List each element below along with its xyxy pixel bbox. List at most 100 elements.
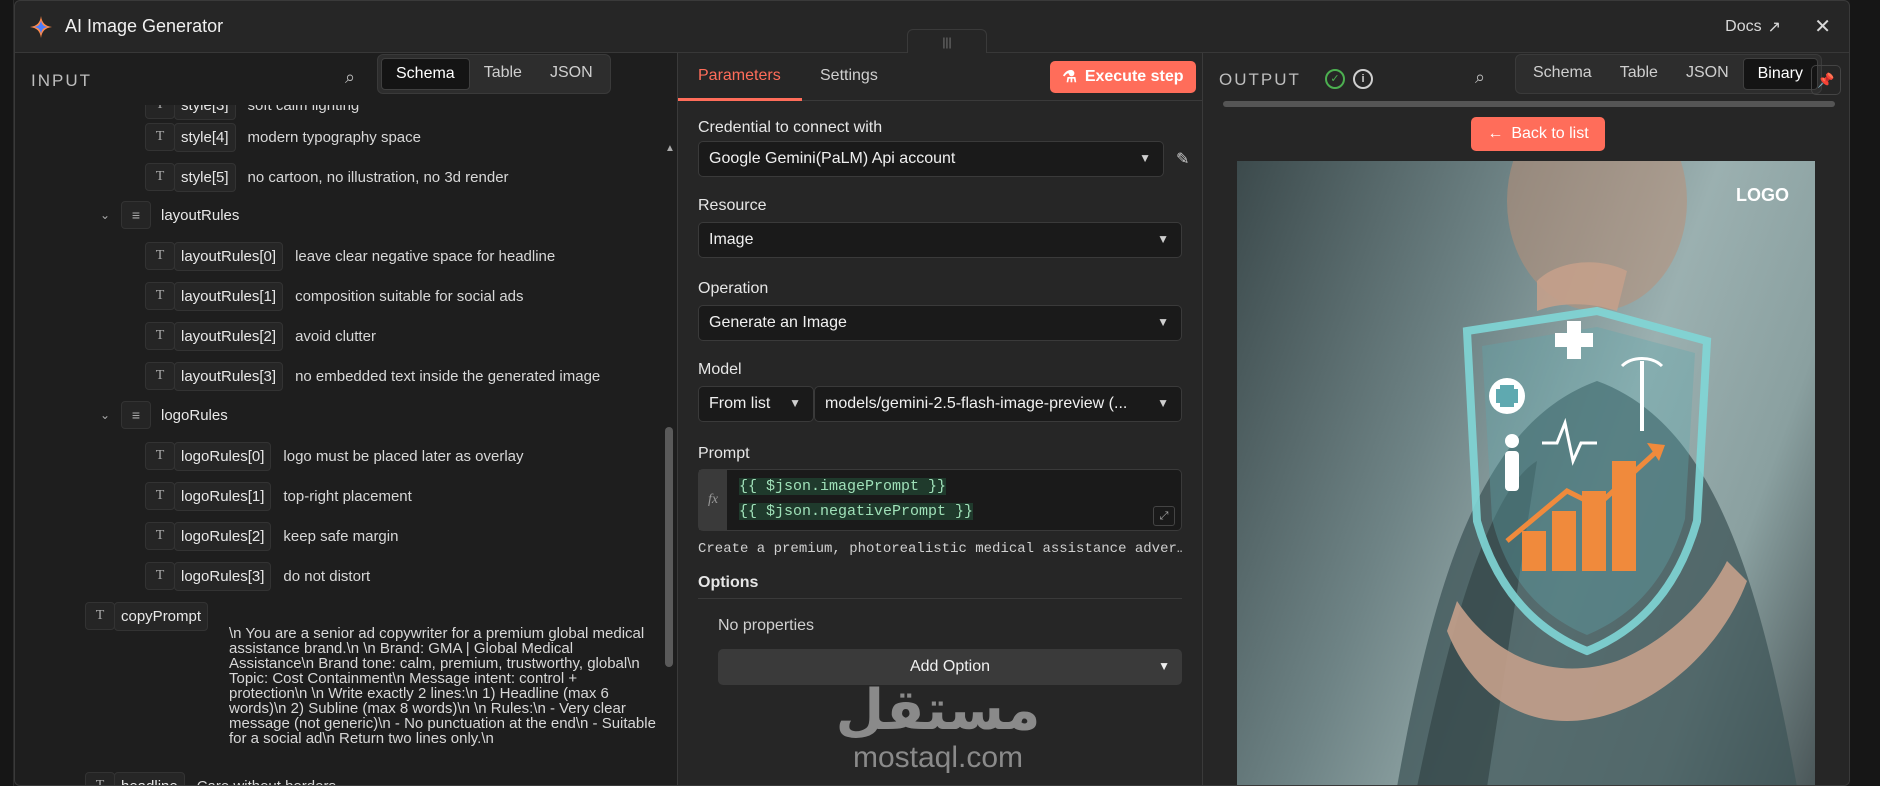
scrollbar-thumb[interactable] [665,427,673,667]
copyprompt-value: \n You are a senior ad copywriter for a … [229,625,656,747]
tree-row-copyprompt: T copyPrompt [85,600,209,632]
field-value: avoid clutter [295,327,376,345]
text-type-icon: T [145,442,175,470]
field-key[interactable]: copyPrompt [114,601,209,631]
chevron-down-icon[interactable]: ⌄ [95,208,115,222]
search-icon[interactable]: ⌕ [1475,67,1485,88]
credential-select[interactable]: Google Gemini(PaLM) Api account ▼ [698,141,1164,177]
field-key[interactable]: layoutRules[2] [174,321,284,351]
text-type-icon: T [145,522,175,550]
image-logo-text: LOGO [1736,185,1789,205]
field-key[interactable]: style[3] [174,105,236,120]
field-value: no cartoon, no illustration, no 3d rende… [247,168,509,186]
parameters-tabs: Parameters Settings ⚗ Execute step [678,53,1202,101]
input-scrollbar[interactable]: ▲ [663,143,675,783]
model-label: Model [698,361,742,378]
tab-binary[interactable]: Binary [1742,58,1818,90]
output-label: OUTPUT [1219,70,1301,89]
active-tab-indicator [678,98,802,101]
tree-row: T style[5] no cartoon, no illustration, … [145,161,509,193]
tab-json[interactable]: JSON [1672,58,1743,90]
background-edge-left [0,0,14,786]
tab-table[interactable]: Table [470,58,536,90]
tree-row: T layoutRules[0] leave clear negative sp… [145,240,555,272]
tree-row: T style[3] soft calm lighting [145,105,359,121]
add-option-label: Add Option [909,658,991,675]
model-select[interactable]: models/gemini-2.5-flash-image-preview (.… [814,386,1182,422]
field-key[interactable]: style[4] [174,122,236,152]
input-panel: INPUT ⌕ Schema Table JSON T style[3] sof… [15,53,677,785]
search-icon[interactable]: ⌕ [345,67,355,88]
operation-value: Generate an Image [709,314,847,331]
edit-pencil-icon[interactable]: ✎ [1176,149,1189,169]
list-type-icon: ≡ [121,401,151,429]
field-key[interactable]: layoutRules [161,207,239,224]
field-key[interactable]: logoRules[3] [174,561,272,591]
docs-label: Docs [1725,18,1762,35]
model-mode-value: From list [709,395,771,412]
text-type-icon: T [85,772,115,785]
arrow-left-icon: ← [1487,125,1504,142]
field-key[interactable]: layoutRules[3] [174,361,284,391]
no-properties-text: No properties [718,617,815,634]
prompt-line: {{ $json.negativePrompt }} [739,503,974,520]
chevron-down-icon: ▼ [1158,659,1170,673]
field-value: do not distort [283,567,371,585]
tab-schema[interactable]: Schema [1519,58,1606,90]
background-edge-right [1850,0,1880,786]
field-key[interactable]: layoutRules[1] [174,281,284,311]
execute-step-button[interactable]: ⚗ Execute step [1050,61,1196,93]
field-key[interactable]: layoutRules[0] [174,241,284,271]
model-mode-select[interactable]: From list ▼ [698,386,814,422]
success-check-icon: ✓ [1325,69,1345,89]
tab-table[interactable]: Table [1606,58,1672,90]
field-value: modern typography space [247,128,421,146]
tree-row: T logoRules[0] logo must be placed later… [145,440,524,472]
input-view-tabs: Schema Table JSON [377,54,611,94]
field-key[interactable]: logoRules[0] [174,441,272,471]
scroll-up-icon[interactable]: ▲ [665,143,675,154]
operation-select[interactable]: Generate an Image ▼ [698,305,1182,341]
field-value: leave clear negative space for headline [295,247,556,265]
expand-editor-icon[interactable]: ⤢ [1153,506,1175,526]
docs-link[interactable]: Docs ↗ [1725,17,1781,37]
resource-select[interactable]: Image ▼ [698,222,1182,258]
back-to-list-button[interactable]: ← Back to list [1471,117,1605,151]
info-icon[interactable]: i [1353,69,1373,89]
output-horizontal-scrollbar[interactable] [1223,101,1835,107]
back-to-list-label: Back to list [1511,125,1589,142]
pin-icon[interactable]: 📌 [1811,65,1841,95]
text-type-icon: T [145,482,175,510]
prompt-expression-input[interactable]: fx {{ $json.imagePrompt }} {{ $json.nega… [698,469,1182,531]
watermark-latin: mostaql.com [852,741,1024,774]
field-key[interactable]: logoRules [161,407,228,424]
divider [698,598,1182,599]
input-label: INPUT [31,71,92,90]
generated-image-illustration [1397,161,1797,785]
resource-value: Image [709,231,754,248]
tab-parameters[interactable]: Parameters [698,67,781,85]
field-key[interactable]: logoRules[1] [174,481,272,511]
model-value: models/gemini-2.5-flash-image-preview (.… [825,395,1128,412]
tree-row: T logoRules[1] top-right placement [145,480,412,512]
field-key[interactable]: style[5] [174,162,236,192]
field-key[interactable]: logoRules[2] [174,521,272,551]
tab-settings[interactable]: Settings [820,67,878,85]
tree-row: T logoRules[3] do not distort [145,560,370,592]
parameters-panel: Parameters Settings ⚗ Execute step Crede… [677,53,1203,785]
tab-json[interactable]: JSON [536,58,607,90]
chevron-down-icon: ▼ [1157,315,1169,329]
panel-drag-handle[interactable]: ||| [907,29,987,53]
field-value: soft calm lighting [247,105,360,114]
text-type-icon: T [145,163,175,191]
watermark: مستقل mostaql.com [808,681,1068,775]
chevron-down-icon[interactable]: ⌄ [95,408,115,422]
field-key[interactable]: headline [114,771,185,785]
close-icon[interactable]: ✕ [1814,14,1831,39]
tree-row: T layoutRules[1] composition suitable fo… [145,280,524,312]
app-title: AI Image Generator [65,16,224,36]
tab-schema[interactable]: Schema [381,58,470,90]
text-type-icon: T [85,602,115,630]
tree-row-headline: T headline Care without borders [85,770,336,785]
prompt-label: Prompt [698,445,750,462]
